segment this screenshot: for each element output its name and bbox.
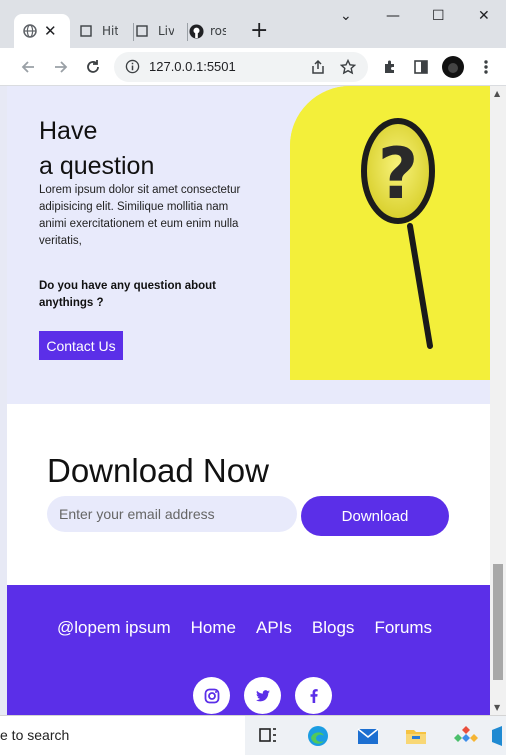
facebook-icon[interactable] bbox=[295, 677, 332, 714]
tab-search-icon[interactable]: ⌄ bbox=[340, 8, 352, 24]
side-panel-icon[interactable] bbox=[409, 55, 433, 79]
footer-link-forums[interactable]: Forums bbox=[374, 618, 432, 638]
page-icon bbox=[134, 23, 150, 39]
github-icon bbox=[188, 23, 204, 39]
close-window-button[interactable]: ✕ bbox=[478, 8, 490, 24]
tab-label: Liv bbox=[158, 24, 174, 38]
twitter-icon[interactable] bbox=[244, 677, 281, 714]
scroll-down-arrow[interactable]: ▼ bbox=[494, 703, 500, 712]
instagram-icon[interactable] bbox=[193, 677, 230, 714]
page-scrollbar[interactable]: ▲ ▼ bbox=[490, 86, 506, 715]
question-title: Have a question bbox=[39, 114, 154, 184]
maximize-button[interactable]: ☐ bbox=[432, 8, 445, 24]
url-text: 127.0.0.1:5501 bbox=[149, 59, 236, 74]
page-icon bbox=[78, 23, 94, 39]
tab-label: Hit bbox=[102, 24, 118, 38]
footer-link-blogs[interactable]: Blogs bbox=[312, 618, 355, 638]
taskbar-search-text: e to search bbox=[0, 727, 70, 743]
footer: @lopem ipsum Home APIs Blogs Forums bbox=[7, 585, 490, 715]
scroll-up-arrow[interactable]: ▲ bbox=[494, 89, 500, 98]
tab-github[interactable]: ros bbox=[187, 14, 238, 48]
minimize-button[interactable]: — bbox=[386, 8, 400, 24]
question-title-line2: a question bbox=[39, 152, 155, 180]
question-title-line1: Have bbox=[39, 117, 98, 145]
taskbar-search-box[interactable]: e to search bbox=[0, 716, 245, 755]
footer-link-apis[interactable]: APIs bbox=[256, 618, 292, 638]
download-button[interactable]: Download bbox=[301, 496, 449, 536]
mail-icon[interactable] bbox=[356, 724, 380, 748]
footer-link-home[interactable]: Home bbox=[191, 618, 236, 638]
tab-close-icon[interactable]: ✕ bbox=[44, 22, 57, 40]
back-button[interactable] bbox=[16, 55, 40, 79]
browser-tab-strip: ✕ Hit Liv ros + ⌄ — ☐ ✕ bbox=[0, 0, 506, 48]
svg-text:?: ? bbox=[378, 133, 419, 215]
footer-brand-link[interactable]: @lopem ipsum bbox=[57, 618, 171, 638]
forward-button[interactable] bbox=[49, 55, 73, 79]
new-tab-button[interactable]: + bbox=[250, 19, 268, 43]
footer-nav: @lopem ipsum Home APIs Blogs Forums bbox=[57, 618, 452, 638]
edge-browser-icon[interactable] bbox=[306, 724, 330, 748]
file-explorer-icon[interactable] bbox=[404, 724, 428, 748]
site-info-icon[interactable] bbox=[125, 59, 140, 78]
task-view-icon[interactable] bbox=[257, 724, 281, 748]
scrollbar-thumb[interactable] bbox=[493, 564, 503, 680]
email-input[interactable] bbox=[47, 496, 297, 532]
extensions-icon[interactable] bbox=[378, 55, 402, 79]
vscode-icon[interactable] bbox=[492, 724, 506, 748]
tab-live[interactable]: Liv bbox=[133, 14, 184, 48]
share-icon[interactable] bbox=[306, 55, 330, 79]
question-section: Have a question Lorem ipsum dolor sit am… bbox=[7, 86, 490, 404]
tab-active[interactable]: ✕ bbox=[14, 14, 70, 48]
contact-us-button[interactable]: Contact Us bbox=[39, 331, 123, 360]
download-section: Download Now Download bbox=[7, 404, 490, 585]
question-prompt: Do you have any question about anythings… bbox=[39, 280, 216, 309]
reload-button[interactable] bbox=[81, 55, 105, 79]
profile-avatar[interactable] bbox=[441, 55, 465, 79]
tab-hit[interactable]: Hit bbox=[78, 14, 128, 48]
browser-toolbar: 127.0.0.1:5501 bbox=[0, 48, 506, 86]
app-store-icon[interactable] bbox=[454, 724, 478, 748]
bookmark-star-icon[interactable] bbox=[336, 55, 360, 79]
page-viewport: Have a question Lorem ipsum dolor sit am… bbox=[0, 86, 506, 715]
windows-taskbar: e to search bbox=[0, 715, 506, 755]
download-title: Download Now bbox=[47, 452, 269, 489]
magnifier-question-image: ? bbox=[290, 86, 490, 380]
menu-kebab-icon[interactable] bbox=[474, 55, 498, 79]
globe-icon bbox=[22, 23, 38, 39]
question-body: Lorem ipsum dolor sit amet consectetur a… bbox=[39, 184, 241, 247]
tab-label: ros bbox=[210, 24, 226, 38]
